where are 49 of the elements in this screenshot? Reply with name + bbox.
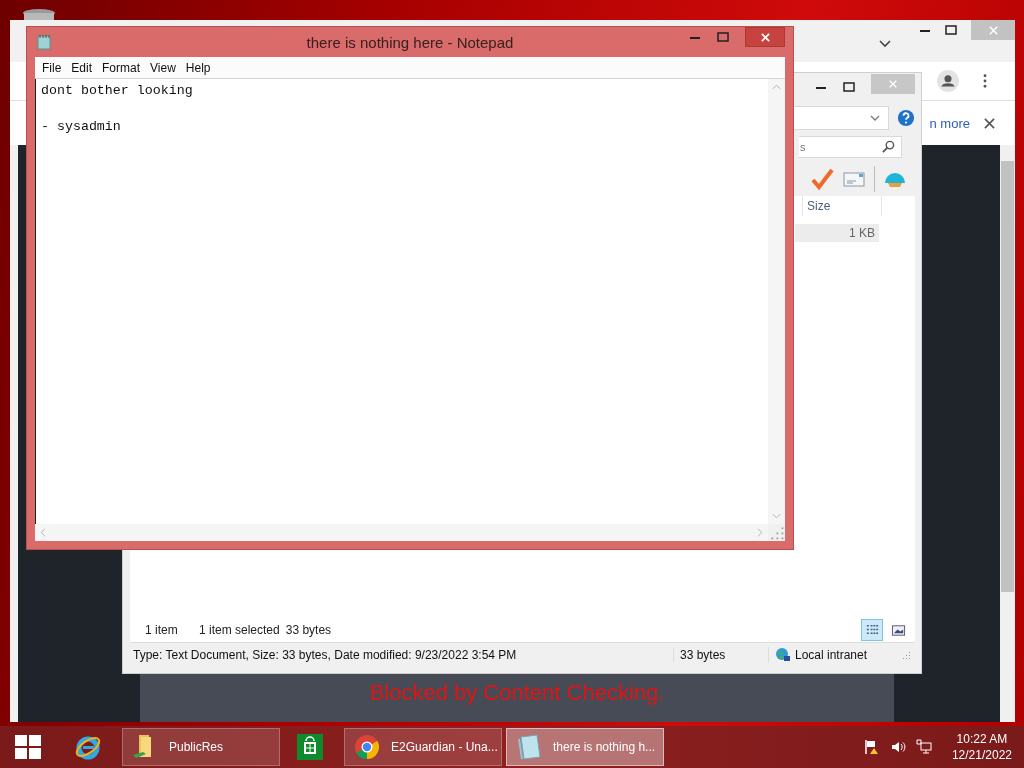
scrollbar[interactable]: [1000, 145, 1015, 722]
menu-item[interactable]: Edit: [66, 60, 98, 75]
item-count: 1 item: [145, 623, 179, 637]
menu-item[interactable]: Help: [180, 60, 216, 75]
maximize-icon[interactable]: [945, 24, 957, 36]
flag-icon[interactable]: [863, 739, 880, 755]
help-icon[interactable]: [897, 109, 915, 127]
chrome-logo-icon: [353, 733, 381, 761]
network-icon[interactable]: [915, 739, 932, 755]
image-icon: [890, 622, 906, 638]
file-size: 33 bytes: [673, 648, 768, 662]
speaker-icon[interactable]: [889, 739, 906, 755]
close-icon: [987, 24, 999, 36]
notepad-icon: [515, 733, 543, 761]
security-zone: Local intranet: [795, 648, 868, 662]
details-view-button[interactable]: [861, 619, 883, 641]
table-cell: 1 KB: [795, 224, 879, 242]
chevron-down-icon[interactable]: [879, 40, 891, 48]
learn-more-link[interactable]: n more: [929, 115, 970, 131]
clock-time[interactable]: 10:22 AM: [956, 731, 1008, 747]
resize-grip-icon[interactable]: [901, 650, 911, 660]
selection-size: 33 bytes: [285, 623, 332, 637]
taskbar-button[interactable]: PublicRes: [122, 728, 280, 766]
close-icon: [888, 78, 898, 89]
shopping-bag-icon: [296, 733, 324, 761]
maximize-icon[interactable]: [843, 80, 855, 93]
file-details: Type: Text Document, Size: 33 bytes, Date modified: 9/23/2022 3:54 PM: [132, 648, 518, 662]
notepad-icon: [37, 34, 51, 50]
taskbar-button[interactable]: E2Guardian - Una...: [344, 728, 502, 766]
blocked-message: Blocked by Content Checking.: [369, 680, 665, 706]
chevron-down-icon[interactable]: [870, 115, 880, 121]
menu-item[interactable]: View: [145, 60, 181, 75]
taskbar-button[interactable]: there is nothing h...: [506, 728, 664, 766]
globe-icon: [775, 647, 791, 663]
clock-date[interactable]: 12/21/2022: [951, 747, 1012, 763]
resize-grip-icon[interactable]: [768, 524, 785, 541]
menu-item[interactable]: Format: [97, 60, 146, 75]
checkmark-icon[interactable]: [810, 167, 834, 191]
close-icon: [759, 31, 771, 43]
close-button[interactable]: [745, 27, 785, 47]
selection-status: 1 item selected: [199, 623, 280, 637]
close-icon[interactable]: [984, 117, 995, 129]
menu-icon[interactable]: [983, 74, 987, 88]
search-icon[interactable]: [882, 140, 895, 153]
search-field[interactable]: s: [799, 136, 902, 158]
profile-avatar-icon[interactable]: [937, 70, 959, 92]
menu-item[interactable]: File: [37, 60, 67, 75]
windows-logo-icon: [14, 733, 42, 761]
window-title: there is nothing here - Notepad: [306, 33, 514, 51]
